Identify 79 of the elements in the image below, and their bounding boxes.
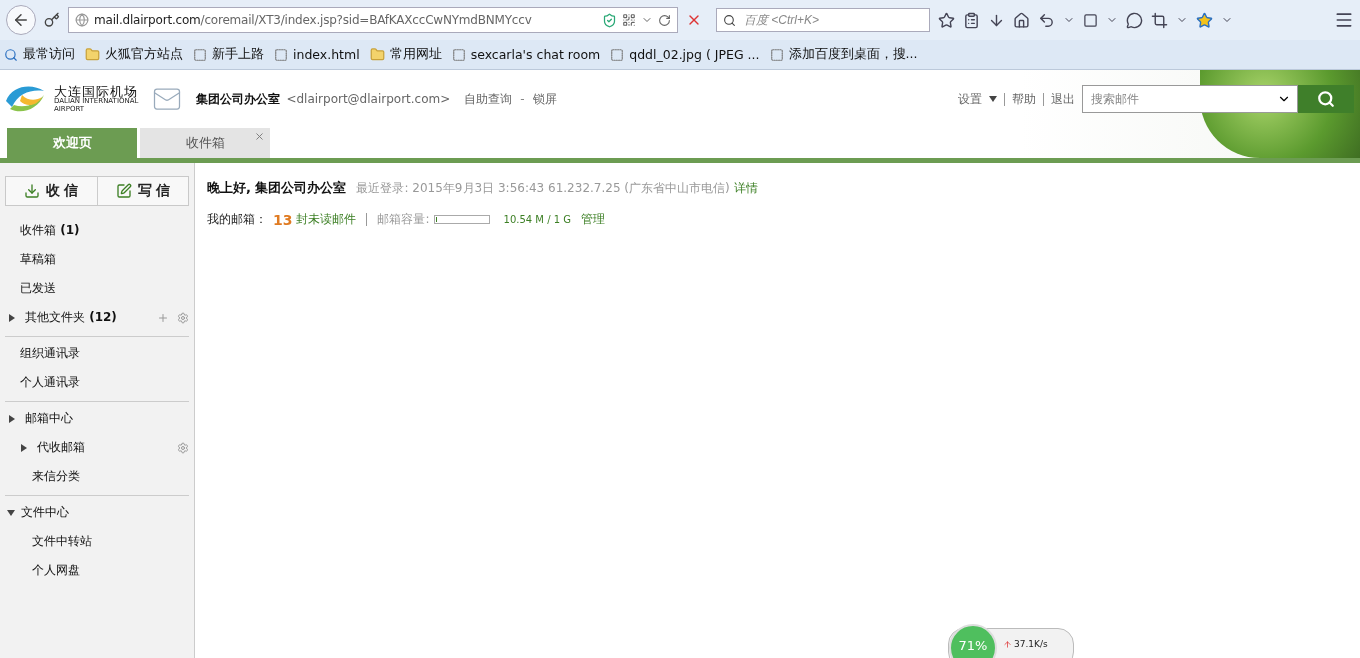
page-icon [193, 47, 207, 62]
bookmark-link[interactable]: 最常访问 [4, 46, 75, 63]
upload-speed: 37.1K/s [1003, 639, 1048, 649]
crop-icon[interactable] [1151, 11, 1168, 29]
greeting: 晚上好, 集团公司办公室 [207, 179, 347, 197]
manage-link[interactable]: 管理 [581, 211, 605, 228]
logout-link[interactable]: 退出 [1051, 90, 1075, 108]
globe-icon [75, 13, 89, 27]
page-icon [274, 47, 288, 62]
receive-button[interactable]: 收 信 [6, 177, 98, 205]
compose-button[interactable]: 写 信 [97, 177, 188, 205]
clipboard-icon[interactable] [963, 11, 980, 29]
sidebar-item[interactable]: 代收邮箱 [37, 439, 85, 456]
bookmark-link[interactable]: sexcarla's chat room [451, 47, 601, 62]
mailbox-label: 我的邮箱： [207, 211, 267, 228]
search-field[interactable]: 百度 <Ctrl+K> [742, 12, 923, 28]
user-email: <dlairport@dlairport.com> [286, 92, 451, 106]
search-icon [4, 47, 18, 62]
page-icon [769, 47, 784, 62]
pen-icon [115, 183, 132, 199]
bookmark-link[interactable]: qddl_02.jpg ( JPEG ... [610, 47, 760, 62]
star-icon[interactable] [938, 11, 955, 29]
bookmark-link[interactable]: 添加百度到桌面，搜... [769, 46, 918, 63]
sidebar-item[interactable]: 收件箱 (1) [20, 222, 80, 239]
reload-icon[interactable] [658, 13, 671, 27]
key-icon [44, 12, 60, 28]
close-icon[interactable] [254, 131, 265, 142]
capacity-label: 邮箱容量: [377, 211, 430, 228]
search-icon [723, 13, 736, 27]
search-icon [1317, 90, 1335, 108]
home-icon[interactable] [1013, 11, 1030, 29]
folder-icon [85, 47, 100, 62]
qr-code-icon[interactable] [622, 13, 636, 27]
star-icon[interactable] [1196, 11, 1213, 29]
sidebar-item[interactable]: 个人网盘 [32, 562, 80, 579]
unread-mail-link[interactable]: 封未读邮件 [296, 211, 357, 228]
tab[interactable]: 收件箱 [140, 128, 270, 158]
user-name: 集团公司办公室 [196, 90, 281, 108]
download-icon [24, 183, 41, 199]
details-link[interactable]: 详情 [733, 179, 758, 197]
mail-search-box[interactable]: 搜索邮件 [1082, 85, 1298, 113]
chat-icon[interactable] [1126, 11, 1143, 29]
help-link[interactable]: 帮助 [1012, 90, 1036, 108]
separator: - [520, 92, 525, 106]
settings-link[interactable]: 设置 [958, 90, 982, 108]
self-service-link[interactable]: 自助查询 [464, 90, 513, 108]
sidebar-item[interactable]: 邮箱中心 [25, 410, 73, 427]
bookmark-link[interactable]: 新手上路 [193, 46, 264, 63]
search-box[interactable]: 百度 <Ctrl+K> [716, 8, 930, 32]
capacity-text: 10.54 M / 1 G [503, 214, 571, 225]
menu-icon[interactable] [1334, 10, 1354, 30]
back-button[interactable] [6, 5, 36, 35]
mail-search-field[interactable]: 搜索邮件 [1089, 91, 1277, 107]
sidebar-item[interactable]: 其他文件夹 (12) [25, 309, 117, 326]
undo-icon[interactable] [1038, 11, 1055, 29]
bookmark-link[interactable]: 常用网址 [369, 46, 442, 63]
page-icon [451, 47, 466, 62]
sidebar-item[interactable]: 文件中转站 [32, 533, 92, 550]
search-button[interactable] [1298, 85, 1354, 113]
shield-icon [602, 12, 617, 28]
url-text: mail.dlairport.com/coremail/XT3/index.jsp?sid=BAfKAXccCwNYmdBNMYccv [94, 13, 533, 27]
upload-arrow-icon [1003, 639, 1012, 649]
bookmark-link[interactable]: index.html [274, 47, 360, 62]
copy-icon[interactable] [1083, 12, 1098, 28]
last-login-text: 最近登录: 2015年9月3日 3:56:43 61.232.7.25 (广东省中山市电信) [356, 179, 730, 197]
bookmark-link[interactable]: 火狐官方站点 [85, 46, 183, 63]
unread-count: 13 [273, 211, 293, 228]
page-icon [610, 47, 625, 62]
sidebar-item[interactable]: 来信分类 [32, 468, 80, 485]
sidebar-item[interactable]: 文件中心 [21, 504, 69, 521]
folder-icon [369, 47, 385, 62]
address-bar[interactable]: mail.dlairport.com/coremail/XT3/index.jsp?sid=BAfKAXccCwNYmdBNMYccv [68, 7, 678, 33]
logo-title: 大连国际机场 [54, 84, 138, 99]
sidebar-item[interactable]: 已发送 [20, 280, 56, 297]
sidebar-item[interactable]: 组织通讯录 [20, 345, 80, 362]
lock-screen-link[interactable]: 锁屏 [532, 90, 557, 108]
sidebar-item[interactable]: 草稿箱 [20, 251, 56, 268]
percent-gauge: 71% [949, 624, 997, 658]
sidebar-item[interactable]: 个人通讯录 [20, 374, 80, 391]
